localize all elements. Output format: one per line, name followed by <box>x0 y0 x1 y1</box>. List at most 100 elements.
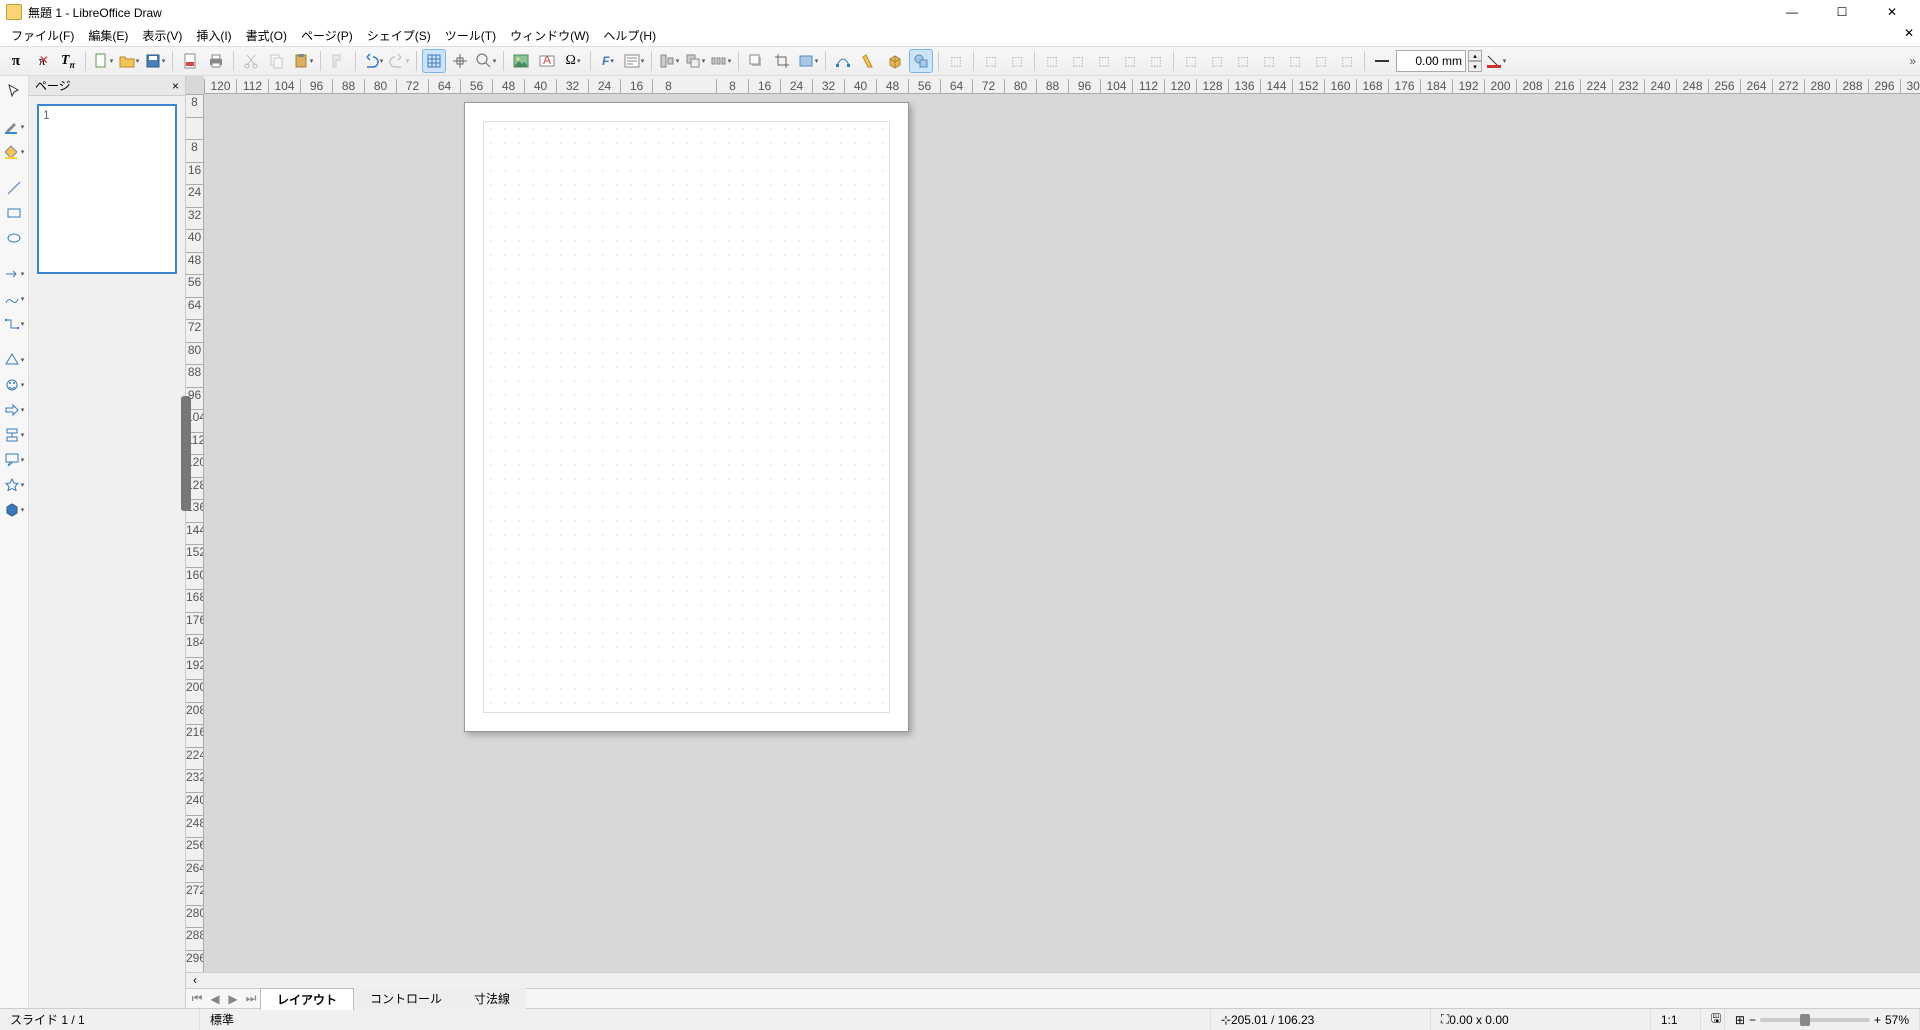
3dgroup6-icon[interactable]: ⬚ <box>1179 49 1203 73</box>
clone-format-button[interactable] <box>326 49 350 73</box>
group2-icon[interactable]: ⬚ <box>979 49 1003 73</box>
fill-color-tool[interactable] <box>0 141 28 163</box>
select-tool[interactable] <box>0 80 28 102</box>
status-style[interactable]: 標準 <box>200 1009 1211 1030</box>
hyperlink-button[interactable] <box>622 49 646 73</box>
menu-format[interactable]: 書式(O) <box>239 25 294 46</box>
3dgroup10-icon[interactable]: ⬚ <box>1283 49 1307 73</box>
undo-button[interactable] <box>361 49 385 73</box>
formula-pi-icon[interactable]: π <box>4 49 28 73</box>
arrange-button[interactable] <box>683 49 707 73</box>
menu-help[interactable]: ヘルプ(H) <box>596 25 663 46</box>
formula-attr-icon[interactable]: Tπ <box>56 49 80 73</box>
line-width-icon[interactable] <box>1370 49 1394 73</box>
basic-shapes-tool[interactable] <box>0 349 28 371</box>
line-color-button[interactable] <box>1484 49 1508 73</box>
toolbar-overflow-icon[interactable]: » <box>1909 54 1916 68</box>
maximize-button[interactable]: ☐ <box>1826 2 1858 22</box>
status-scale[interactable]: 1:1 <box>1651 1009 1701 1030</box>
print-button[interactable] <box>204 49 228 73</box>
snap-guides-button[interactable] <box>448 49 472 73</box>
arrows-tool[interactable] <box>0 263 28 285</box>
3dgroup9-icon[interactable]: ⬚ <box>1257 49 1281 73</box>
drawing-canvas[interactable] <box>204 94 1920 972</box>
3dgroup5-icon[interactable]: ⬚ <box>1144 49 1168 73</box>
3dgroup4-icon[interactable]: ⬚ <box>1118 49 1142 73</box>
tab-nav-prev[interactable]: ◀ <box>206 992 224 1006</box>
left-panel-handle[interactable] <box>181 396 191 511</box>
open-button[interactable] <box>117 49 141 73</box>
page-surface[interactable] <box>464 102 909 732</box>
zoom-button[interactable] <box>474 49 498 73</box>
tab-dimlines[interactable]: 寸法線 <box>458 988 526 1009</box>
ellipse-tool[interactable] <box>0 227 28 249</box>
redo-button[interactable] <box>387 49 411 73</box>
stars-tool[interactable] <box>0 474 28 496</box>
connector-tool[interactable] <box>0 313 28 335</box>
line-color-tool[interactable] <box>0 116 28 138</box>
horizontal-ruler[interactable]: 1201121049688807264564840322416881624324… <box>204 76 1920 94</box>
save-button[interactable] <box>143 49 167 73</box>
crop-button[interactable] <box>770 49 794 73</box>
align-objects-button[interactable] <box>657 49 681 73</box>
insert-textbox-button[interactable]: A <box>535 49 559 73</box>
group3-icon[interactable]: ⬚ <box>1005 49 1029 73</box>
tab-nav-first[interactable]: ⏮ <box>188 991 206 1006</box>
3dgroup3-icon[interactable]: ⬚ <box>1092 49 1116 73</box>
rectangle-tool[interactable] <box>0 202 28 224</box>
minimize-button[interactable]: — <box>1776 2 1808 22</box>
menu-view[interactable]: 表示(V) <box>135 25 189 46</box>
menu-window[interactable]: ウィンドウ(W) <box>503 25 596 46</box>
export-pdf-button[interactable] <box>178 49 202 73</box>
menu-edit[interactable]: 編集(E) <box>81 25 135 46</box>
tab-layout[interactable]: レイアウト <box>260 988 354 1010</box>
line-tool[interactable] <box>0 177 28 199</box>
3dgroup12-icon[interactable]: ⬚ <box>1335 49 1359 73</box>
tab-control[interactable]: コントロール <box>354 988 458 1009</box>
menu-insert[interactable]: 挿入(I) <box>189 25 238 46</box>
filter-button[interactable] <box>796 49 820 73</box>
line-width-down[interactable]: ▾ <box>1468 61 1482 72</box>
grid-button[interactable] <box>422 49 446 73</box>
gluepoints-button[interactable] <box>857 49 881 73</box>
3d-tool[interactable] <box>0 499 28 521</box>
flowchart-tool[interactable] <box>0 424 28 446</box>
tab-nav-next[interactable]: ▶ <box>224 992 242 1006</box>
status-save-icon[interactable]: 🖫 <box>1701 1009 1725 1030</box>
cut-button[interactable] <box>239 49 263 73</box>
paste-button[interactable] <box>291 49 315 73</box>
block-arrows-tool[interactable] <box>0 399 28 421</box>
3dgroup8-icon[interactable]: ⬚ <box>1231 49 1255 73</box>
group1-icon[interactable]: ⬚ <box>944 49 968 73</box>
copy-button[interactable] <box>265 49 289 73</box>
draw-functions-button[interactable] <box>909 49 933 73</box>
fontwork-button[interactable]: F <box>596 49 620 73</box>
curve-tool[interactable] <box>0 288 28 310</box>
distribute-button[interactable] <box>709 49 733 73</box>
formula-cancel-icon[interactable]: π✕ <box>30 49 54 73</box>
menu-page[interactable]: ページ(P) <box>294 25 360 46</box>
page-panel-close-icon[interactable]: × <box>172 79 179 93</box>
insert-image-button[interactable] <box>509 49 533 73</box>
vertical-ruler[interactable]: 8816243240485664728088961041121201281361… <box>186 94 204 972</box>
3dgroup11-icon[interactable]: ⬚ <box>1309 49 1333 73</box>
document-close-icon[interactable]: ✕ <box>1904 26 1914 40</box>
zoom-out-icon[interactable]: − <box>1749 1013 1756 1027</box>
close-button[interactable]: ✕ <box>1876 2 1908 22</box>
menu-shape[interactable]: シェイプ(S) <box>360 25 438 46</box>
3dgroup1-icon[interactable]: ⬚ <box>1040 49 1064 73</box>
new-button[interactable] <box>91 49 115 73</box>
horizontal-scrollbar[interactable] <box>186 972 1920 988</box>
callout-tool[interactable] <box>0 449 28 471</box>
page-thumbnail[interactable]: 1 <box>37 104 177 274</box>
tab-nav-last[interactable]: ⏭ <box>242 991 260 1006</box>
extrusion-button[interactable] <box>883 49 907 73</box>
symbol-shapes-tool[interactable] <box>0 374 28 396</box>
zoom-value[interactable]: 57% <box>1885 1013 1909 1027</box>
insert-special-char-button[interactable]: Ω <box>561 49 585 73</box>
zoom-slider[interactable] <box>1760 1018 1870 1022</box>
line-width-input[interactable] <box>1396 50 1466 72</box>
fit-page-icon[interactable]: ⊞ <box>1735 1013 1745 1027</box>
edit-points-button[interactable] <box>831 49 855 73</box>
status-zoom[interactable]: ⊞ − + 57% <box>1725 1009 1920 1030</box>
